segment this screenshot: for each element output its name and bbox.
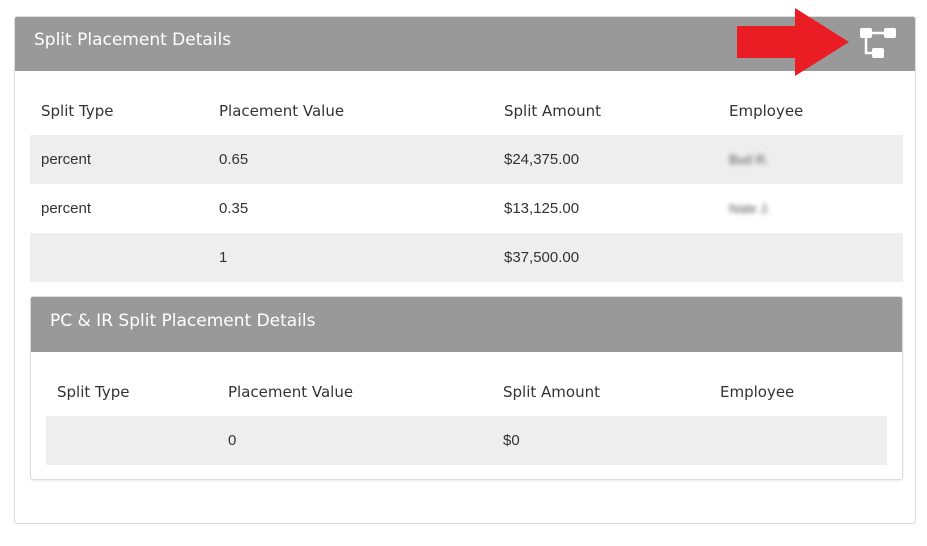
employee-cell: Nate J. [718,184,903,233]
split-placement-panel: Split Placement Details Split Type Place… [14,8,916,524]
table-header-row: Split Type Placement Value Split Amount … [46,367,887,416]
placement-value-cell: 0 [217,416,492,465]
split-placement-table: Split Type Placement Value Split Amount … [30,86,903,282]
split-type-cell: percent [30,135,208,184]
column-header-split-type: Split Type [57,382,130,401]
column-header-employee: Employee [720,382,795,401]
pc-ir-split-table: Split Type Placement Value Split Amount … [46,367,887,465]
split-amount-cell: $24,375.00 [493,135,718,184]
placement-value-cell: 1 [208,233,493,282]
split-type-cell [46,416,217,465]
column-header-split-amount: Split Amount [504,101,601,120]
table-header-row: Split Type Placement Value Split Amount … [30,86,903,135]
column-header-employee: Employee [729,101,804,120]
table-row: 0 $0 [46,416,887,465]
column-header-split-type: Split Type [41,101,114,120]
placement-value-cell: 0.65 [208,135,493,184]
subpanel-header: PC & IR Split Placement Details [31,297,902,352]
employee-cell [709,416,887,465]
split-amount-cell: $37,500.00 [493,233,718,282]
split-amount-cell: $13,125.00 [504,200,580,217]
column-header-placement-value: Placement Value [219,101,345,120]
pc-ir-split-panel: PC & IR Split Placement Details Split Ty… [30,296,903,480]
employee-name-redacted: Bud R. [729,152,769,167]
table-row: percent 0.35 $13,125.00 Nate J. [30,184,903,233]
column-header-split-amount: Split Amount [503,382,600,401]
employee-cell: Bud R. [718,135,903,184]
table-row: percent 0.65 $24,375.00 Bud R. [30,135,903,184]
split-amount-cell: $0 [492,416,709,465]
hierarchy-tree-icon[interactable] [858,26,898,60]
split-type-cell [30,233,208,282]
red-arrow-annotation [737,8,849,76]
placement-value-cell: 0.35 [219,200,249,217]
column-header-placement-value: Placement Value [228,382,354,401]
employee-name-redacted: Nate J. [729,201,771,216]
employee-cell [718,233,903,282]
split-type-cell: percent [41,200,92,217]
panel-title: Split Placement Details [34,30,232,50]
panel-header: Split Placement Details [15,8,915,76]
subpanel-title: PC & IR Split Placement Details [50,311,316,331]
table-row-total: 1 $37,500.00 [30,233,903,282]
